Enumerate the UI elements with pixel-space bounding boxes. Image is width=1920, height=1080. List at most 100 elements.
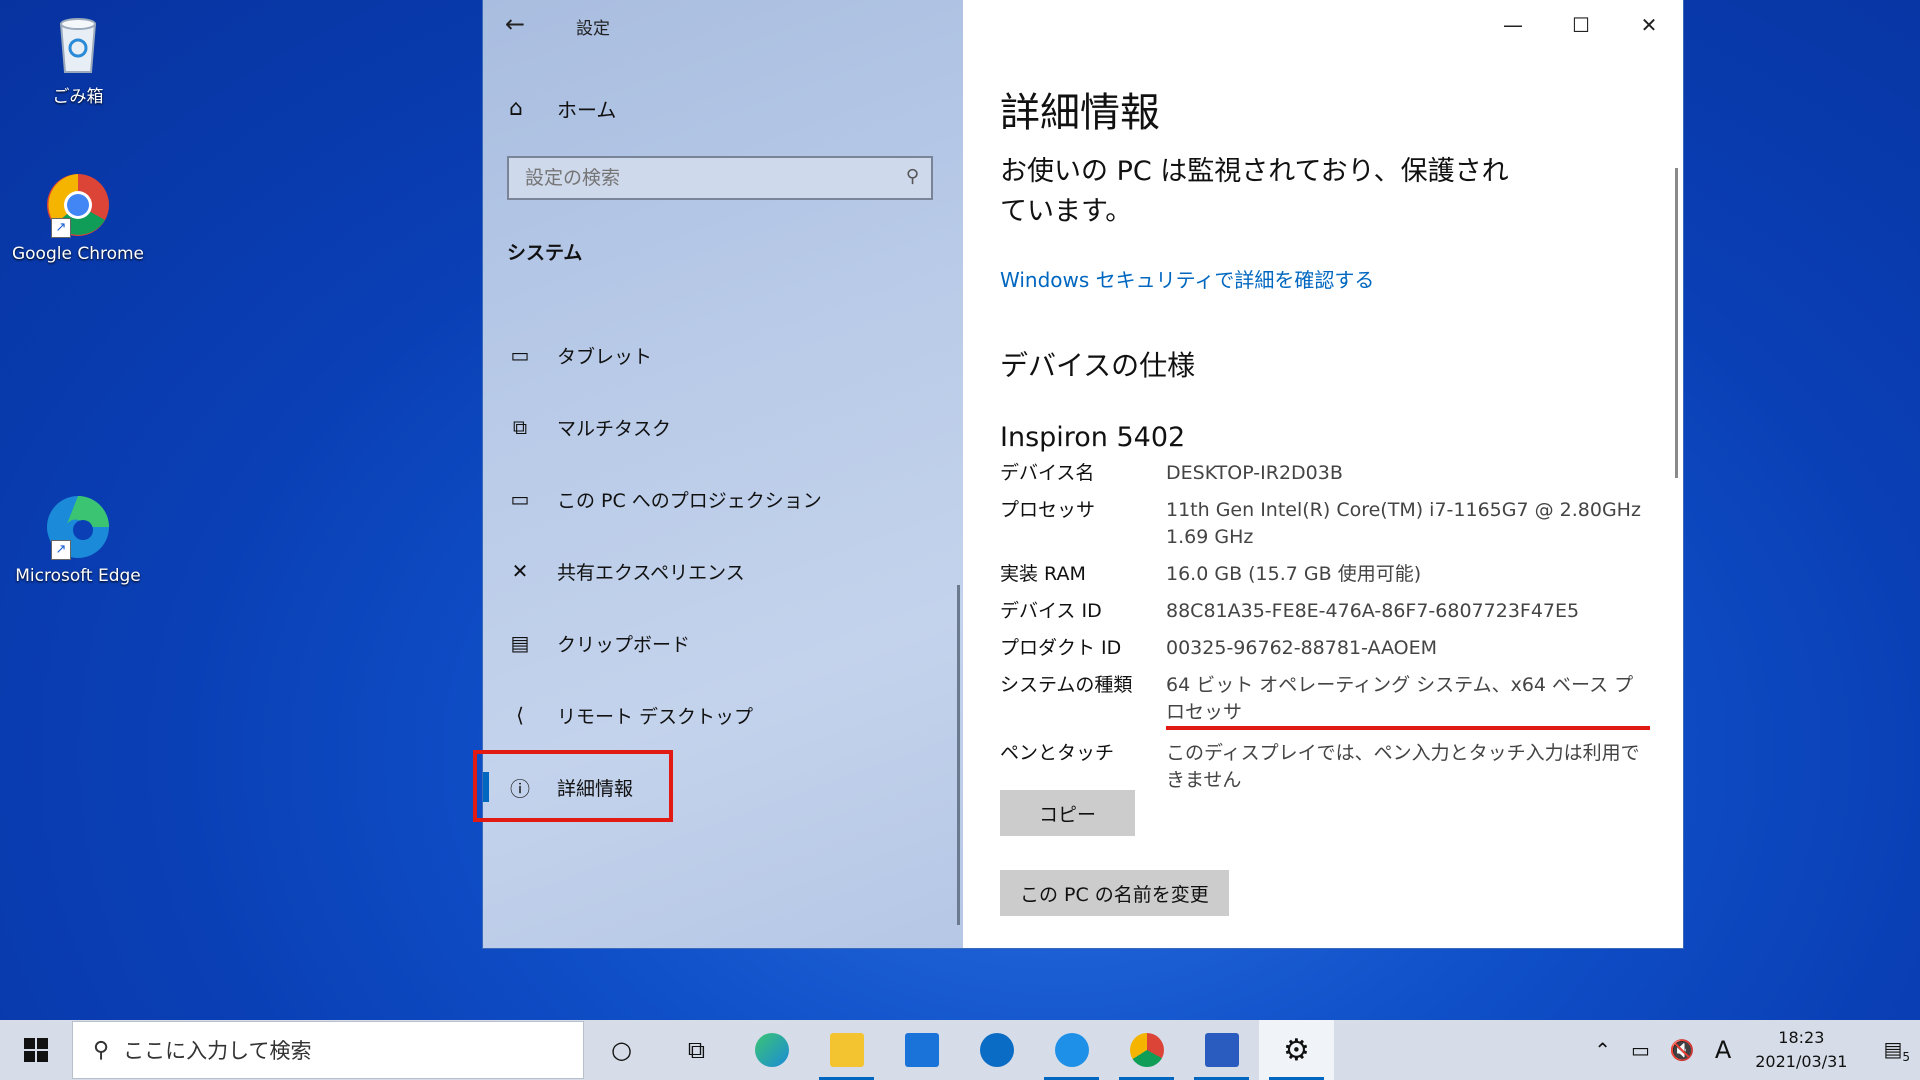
spec-value-highlighted: 64 ビット オペレーティング システム、x64 ベース プロセッサ (1166, 672, 1650, 730)
dell-icon (979, 1033, 1014, 1067)
device-model: Inspiron 5402 (1000, 422, 1186, 453)
desktop-icon-edge[interactable]: ↗ Microsoft Edge (3, 494, 153, 586)
window-controls: — ☐ ✕ (1479, 0, 1683, 50)
taskbar-app-file-explorer[interactable] (809, 1020, 884, 1080)
maximize-button[interactable]: ☐ (1547, 0, 1615, 50)
multitask-icon: ⧉ (512, 415, 528, 439)
desktop-icon-label: ごみ箱 (52, 87, 104, 107)
taskbar-search-box[interactable]: ⚲ ここに入力して検索 (72, 1021, 584, 1079)
edge-icon (754, 1033, 789, 1067)
gear-icon: ⚙ (1283, 1032, 1310, 1068)
spec-key: ペンとタッチ (1000, 742, 1115, 764)
copy-button[interactable]: コピー (1000, 790, 1135, 836)
clock-date: 2021/03/31 (1755, 1052, 1848, 1071)
remote-desktop-icon: ⟨ (516, 703, 524, 727)
security-details-link[interactable]: Windows セキュリティで詳細を確認する (1000, 264, 1374, 293)
chrome-icon: ↗ (45, 172, 111, 238)
desktop-icon-recycle-bin[interactable]: ごみ箱 (3, 10, 153, 107)
settings-sidebar: ← 設定 ⌂ ホーム ⚲ システム ▭ タブレット ⧉ マルチタスク ▭ この … (473, 0, 963, 948)
taskbar-app-powershell[interactable] (1184, 1020, 1259, 1080)
shortcut-arrow-icon: ↗ (51, 540, 71, 560)
clock[interactable]: 18:23 2021/03/31 (1755, 1026, 1847, 1074)
taskbar: ⚲ ここに入力して検索 ○ ⧉ ⚙ ⌃ ▭ 🔇 A 18:23 2021/03/… (0, 1020, 1920, 1080)
shortcut-arrow-icon: ↗ (51, 218, 71, 238)
spec-key: システムの種類 (1000, 674, 1133, 696)
desktop-icon-label: Microsoft Edge (15, 566, 141, 586)
ime-indicator[interactable]: A (1715, 1036, 1731, 1064)
spec-row: システムの種類 64 ビット オペレーティング システム、x64 ベース プロセ… (1000, 672, 1650, 730)
spec-value: 16.0 GB (15.7 GB 使用可能) (1166, 563, 1422, 585)
taskbar-app-chrome[interactable] (1109, 1020, 1184, 1080)
tablet-icon: ▭ (510, 343, 530, 367)
home-icon: ⌂ (509, 96, 523, 121)
speaker-muted-icon[interactable]: 🔇 (1670, 1038, 1695, 1062)
shared-experiences-icon: ✕ (511, 559, 529, 583)
spec-key: デバイス名 (1000, 462, 1095, 484)
rename-pc-button[interactable]: この PC の名前を変更 (1000, 870, 1229, 916)
spec-key: プロダクト ID (1000, 637, 1122, 659)
window-title: 設定 (576, 19, 610, 39)
back-arrow-icon[interactable]: ← (505, 10, 525, 38)
notification-count-badge: 5 (1902, 1049, 1910, 1064)
chrome-icon (1129, 1033, 1164, 1067)
task-view-button[interactable]: ⧉ (659, 1020, 734, 1080)
spec-row: 実装 RAM 16.0 GB (15.7 GB 使用可能) (1000, 561, 1650, 588)
close-button[interactable]: ✕ (1615, 0, 1683, 50)
spec-value: DESKTOP-IR2D03B (1166, 462, 1343, 484)
taskbar-app-dell[interactable] (959, 1020, 1034, 1080)
spec-value: 88C81A35-FE8E-476A-86F7-6807723F47E5 (1166, 600, 1580, 622)
sidebar-item-label: リモート デスクトップ (557, 705, 754, 728)
sidebar-item-clipboard[interactable]: ▤ クリップボード (483, 618, 963, 668)
chevron-up-icon[interactable]: ⌃ (1594, 1038, 1611, 1062)
search-icon[interactable]: ⚲ (906, 166, 919, 187)
taskbar-app-power-icon[interactable] (1034, 1020, 1109, 1080)
spec-value: 11th Gen Intel(R) Core(TM) i7-1165G7 @ 2… (1166, 499, 1641, 548)
sidebar-item-label: マルチタスク (557, 417, 672, 440)
desktop-icon-chrome[interactable]: ↗ Google Chrome (3, 172, 153, 264)
start-button[interactable] (0, 1020, 72, 1080)
spec-row: デバイス ID 88C81A35-FE8E-476A-86F7-6807723F… (1000, 598, 1650, 625)
sidebar-item-tablet[interactable]: ▭ タブレット (483, 330, 963, 380)
highlight-annotation-box (473, 750, 673, 822)
search-input[interactable] (509, 158, 921, 198)
powershell-icon (1204, 1033, 1239, 1067)
spec-value: 00325-96762-88781-AAOEM (1166, 637, 1438, 659)
edge-icon: ↗ (45, 494, 111, 560)
device-specs-list: デバイス名 DESKTOP-IR2D03B プロセッサ 11th Gen Int… (1000, 460, 1650, 804)
sidebar-item-label: クリップボード (557, 633, 691, 656)
device-specs-heading: デバイスの仕様 (1000, 349, 1196, 382)
taskbar-search-placeholder: ここに入力して検索 (123, 1039, 312, 1063)
protection-status-text: お使いの PC は監視されており、保護されています。 (1000, 156, 1509, 227)
spec-row: ペンとタッチ このディスプレイでは、ペン入力とタッチ入力は利用できません (1000, 740, 1650, 794)
content-scrollbar[interactable] (1675, 168, 1678, 478)
sidebar-item-label: ホーム (557, 98, 617, 122)
search-icon: ⚲ (93, 1037, 110, 1063)
sidebar-item-remote-desktop[interactable]: ⟨ リモート デスクトップ (483, 690, 963, 740)
sidebar-item-shared-experiences[interactable]: ✕ 共有エクスペリエンス (483, 546, 963, 596)
sidebar-item-multitask[interactable]: ⧉ マルチタスク (483, 402, 963, 452)
projection-icon: ▭ (510, 487, 530, 511)
desktop-icon-label: Google Chrome (11, 244, 145, 264)
section-title: システム (507, 242, 583, 264)
sidebar-item-projection[interactable]: ▭ この PC へのプロジェクション (483, 474, 963, 524)
spec-value: このディスプレイでは、ペン入力とタッチ入力は利用できません (1166, 742, 1640, 791)
cortana-button[interactable]: ○ (584, 1020, 659, 1080)
spec-row: プロダクト ID 00325-96762-88781-AAOEM (1000, 635, 1650, 662)
battery-icon[interactable]: ▭ (1631, 1038, 1650, 1062)
taskbar-app-mail[interactable] (884, 1020, 959, 1080)
sidebar-item-label: 共有エクスペリエンス (557, 561, 745, 584)
taskbar-app-settings[interactable]: ⚙ (1259, 1020, 1334, 1080)
minimize-button[interactable]: — (1479, 0, 1547, 50)
spec-key: プロセッサ (1000, 499, 1096, 521)
settings-search-box[interactable]: ⚲ (507, 156, 933, 200)
sidebar-scrollbar[interactable] (957, 585, 960, 925)
task-view-icon: ⧉ (687, 1036, 706, 1064)
spec-key: 実装 RAM (1000, 563, 1086, 585)
taskbar-app-edge[interactable] (734, 1020, 809, 1080)
mail-icon (904, 1033, 939, 1067)
clock-time: 18:23 (1778, 1028, 1825, 1047)
notification-center-icon[interactable]: ▤5 (1883, 1037, 1910, 1064)
spec-key: デバイス ID (1000, 600, 1102, 622)
sidebar-item-home[interactable]: ⌂ ホーム (509, 94, 616, 123)
recycle-bin-icon (45, 10, 111, 76)
